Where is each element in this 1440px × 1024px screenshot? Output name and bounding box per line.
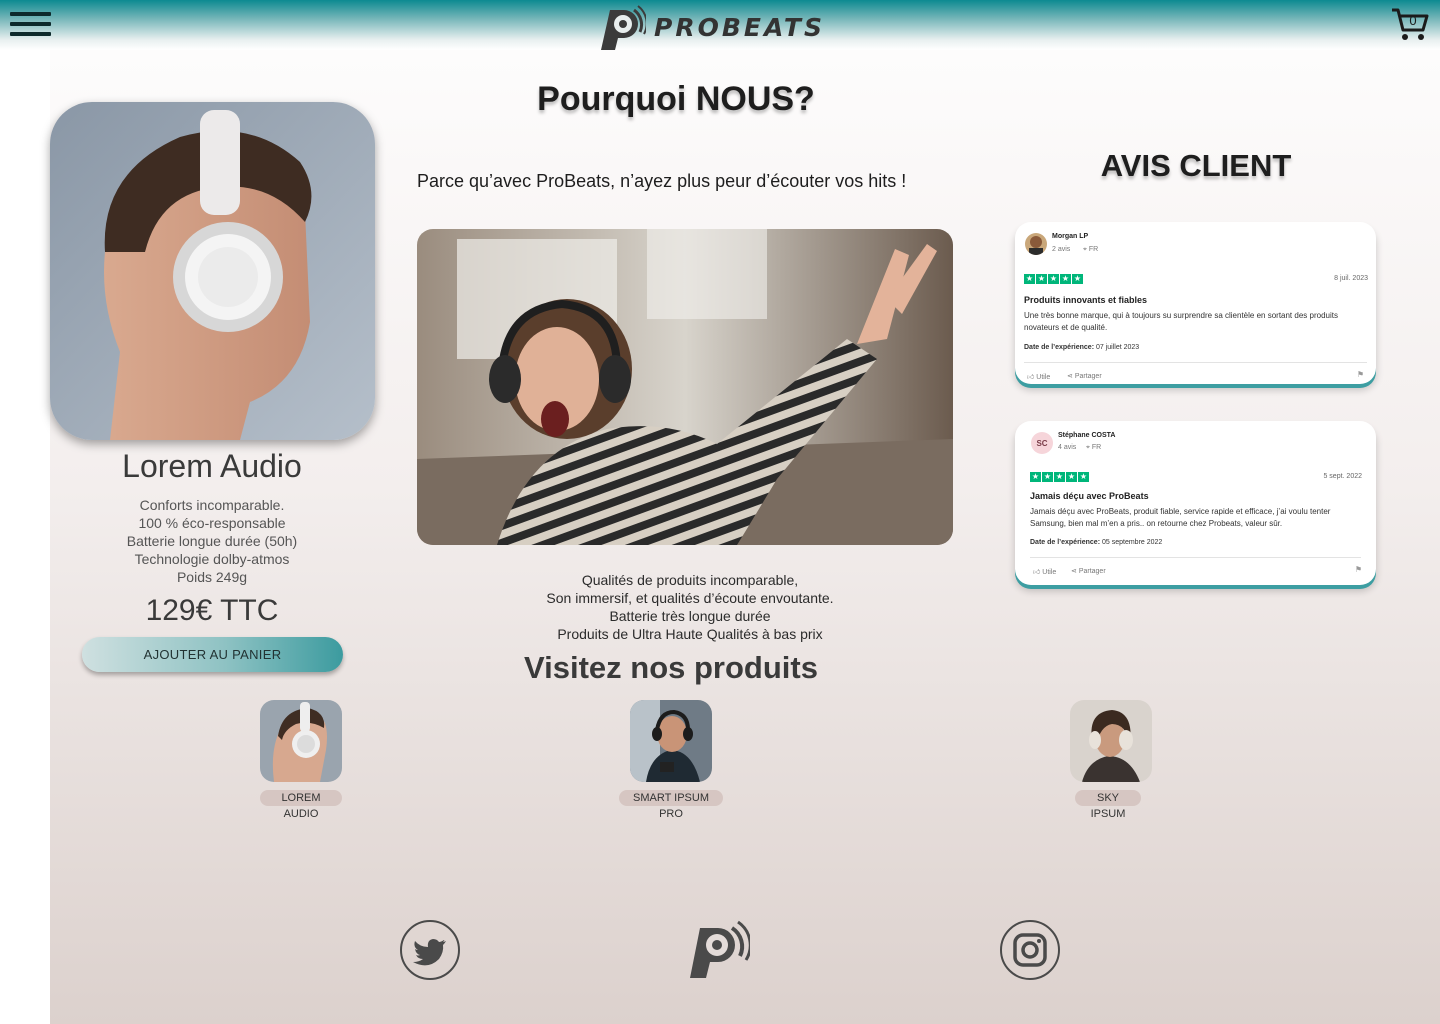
star-icon: ★: [1078, 472, 1089, 482]
review-card: Morgan LP 2 avis ⌖ FR ★ ★ ★ ★ ★ 8 juil. 2023…: [1015, 222, 1376, 384]
thumbs-up-icon: 👍︎: [1033, 569, 1043, 576]
spec-eco: 100 % éco-responsable: [138, 515, 286, 531]
product-thumb-lorem-audio[interactable]: [260, 700, 342, 782]
spec-dolby: Technologie dolby-atmos: [134, 551, 290, 567]
star-icon: ★: [1030, 472, 1041, 482]
star-icon: ★: [1060, 274, 1071, 284]
share-button[interactable]: ⋖ Partager: [1067, 372, 1102, 380]
review-text: Une très bonne marque, qui à toujours su…: [1024, 311, 1338, 332]
review-date: 8 juil. 2023: [1334, 275, 1368, 282]
brand-logo[interactable]: PROBEATS: [598, 4, 825, 50]
probeats-logo-icon[interactable]: [688, 920, 750, 980]
review-title: Produits innovants et fiables: [1024, 295, 1148, 305]
useful-button[interactable]: 👍︎ Utile: [1033, 567, 1056, 576]
cart-count: 0: [1409, 13, 1416, 28]
twitter-icon[interactable]: [399, 919, 461, 981]
review-experience: Date de l’expérience: 05 septembre 2022: [1030, 539, 1163, 546]
reviewer-name: Morgan LP: [1052, 233, 1089, 240]
star-icon: ★: [1024, 274, 1035, 284]
thumbs-up-icon: 👍︎: [1027, 374, 1037, 381]
reviews-title: AVIS CLIENT: [1100, 148, 1292, 183]
share-icon: ⋖: [1067, 373, 1075, 380]
star-rating: ★ ★ ★ ★ ★: [1030, 472, 1089, 482]
spec-comfort: Conforts incomparable.: [139, 497, 285, 513]
instagram-icon[interactable]: [999, 919, 1061, 981]
review-date: 5 sept. 2022: [1323, 473, 1362, 480]
visit-products-title: Visitez nos produits: [524, 650, 818, 685]
reviewer-count: 2 avis: [1052, 246, 1071, 253]
quality-line: Produits de Ultra Haute Qualités à bas p…: [557, 626, 823, 642]
quality-line: Batterie très longue durée: [609, 608, 771, 624]
useful-button[interactable]: 👍︎ Utile: [1027, 372, 1050, 381]
star-icon: ★: [1054, 472, 1065, 482]
star-icon: ★: [1066, 472, 1077, 482]
reviewer-country: ⌖ FR: [1083, 246, 1099, 253]
product-thumb-sky-ipsum[interactable]: [1070, 700, 1152, 782]
star-icon: ★: [1042, 472, 1053, 482]
review-text: Jamais déçu avec ProBeats, produit fiabl…: [1030, 507, 1331, 528]
brand-name: PROBEATS: [654, 12, 825, 42]
woman-listening-image: [417, 229, 953, 545]
product-thumb-smart-ipsum-pro[interactable]: [630, 700, 712, 782]
share-button[interactable]: ⋖ Partager: [1071, 567, 1106, 575]
reviewer-count: 4 avis: [1058, 444, 1077, 451]
divider: [1030, 557, 1361, 558]
reviewer-name: Stéphane COSTA: [1058, 432, 1116, 439]
flag-icon[interactable]: ⚑: [1357, 370, 1364, 379]
probeats-logo-icon: [601, 5, 646, 50]
featured-product-price: 129€ TTC: [145, 594, 279, 627]
hamburger-menu-icon[interactable]: [10, 12, 51, 38]
review-title: Jamais déçu avec ProBeats: [1030, 491, 1149, 501]
featured-product-specs: Conforts incomparable. 100 % éco-respons…: [62, 496, 362, 586]
flag-icon[interactable]: ⚑: [1355, 565, 1362, 574]
share-icon: ⋖: [1071, 568, 1079, 575]
star-rating: ★ ★ ★ ★ ★: [1024, 274, 1083, 284]
review-card: SC Stéphane COSTA 4 avis ⌖ FR ★ ★ ★ ★ ★ 5 se…: [1015, 421, 1376, 585]
star-icon: ★: [1072, 274, 1083, 284]
review-experience: Date de l’expérience: 07 juillet 2023: [1024, 344, 1140, 351]
quality-line: Qualités de produits incomparable,: [581, 572, 799, 588]
product-label-lorem-audio[interactable]: LOREM AUDIO: [260, 790, 342, 820]
featured-product-image: [50, 102, 375, 440]
star-icon: ★: [1048, 274, 1059, 284]
product-label-smart-ipsum-pro[interactable]: SMART IPSUM PRO: [619, 790, 723, 820]
featured-product-name: Lorem Audio: [122, 448, 302, 484]
why-subtitle: Parce qu’avec ProBeats, n’ayez plus peur…: [417, 171, 907, 191]
reviewer-avatar: SC: [1031, 432, 1053, 454]
why-title: Pourquoi NOUS?: [537, 80, 815, 118]
shopping-cart-icon[interactable]: 0: [1390, 6, 1430, 42]
divider: [1024, 362, 1367, 363]
spec-battery: Batterie longue durée (50h): [126, 533, 298, 549]
reviewer-country: ⌖ FR: [1086, 444, 1102, 451]
add-to-cart-button[interactable]: AJOUTER AU PANIER: [82, 637, 343, 672]
spec-weight: Poids 249g: [176, 569, 248, 585]
reviewer-avatar: [1025, 233, 1047, 255]
quality-line: Son immersif, et qualités d’écoute envou…: [546, 590, 834, 606]
star-icon: ★: [1036, 274, 1047, 284]
product-label-sky-ipsum[interactable]: SKY IPSUM: [1075, 790, 1141, 820]
header: PROBEATS 0: [0, 0, 1440, 50]
qualities-list: Qualités de produits incomparable, Son i…: [480, 571, 900, 643]
